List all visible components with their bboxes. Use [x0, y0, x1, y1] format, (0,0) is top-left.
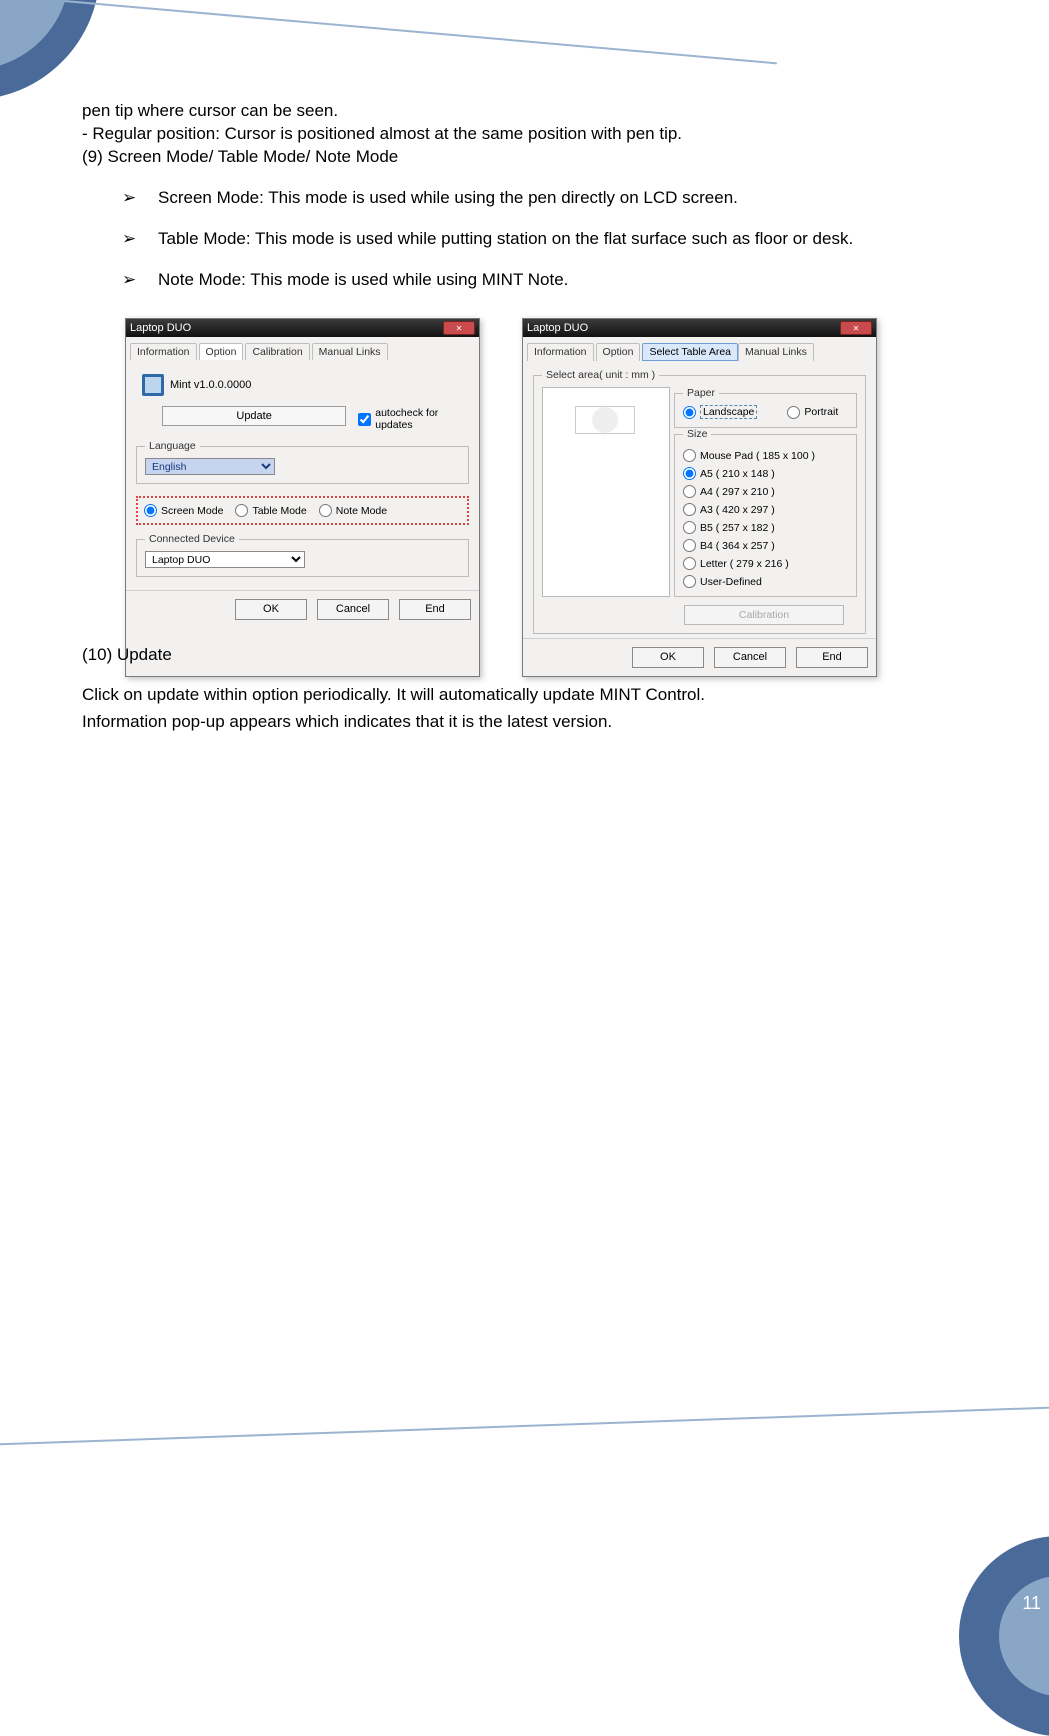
- size-label: A4 ( 297 x 210 ): [700, 486, 775, 498]
- dialog-select-table-area: Laptop DUO ✕ Information Option Select T…: [522, 318, 877, 677]
- tab-manual-links[interactable]: Manual Links: [738, 343, 814, 361]
- section-10-heading: (10) Update: [82, 642, 952, 668]
- size-label: User-Defined: [700, 576, 762, 588]
- size-label: B4 ( 364 x 257 ): [700, 540, 775, 552]
- close-icon[interactable]: ✕: [840, 321, 872, 335]
- lower-body-text: (10) Update Click on update within optio…: [82, 642, 952, 735]
- update-line-1: Click on update within option periodical…: [82, 682, 952, 708]
- radio-size-5[interactable]: B4 ( 364 x 257 ): [683, 539, 848, 552]
- radio-portrait[interactable]: Portrait: [787, 406, 838, 419]
- area-preview: [542, 387, 670, 597]
- radio-size-1[interactable]: A5 ( 210 x 148 ): [683, 467, 848, 480]
- tab-information[interactable]: Information: [130, 343, 197, 360]
- update-button[interactable]: Update: [162, 406, 346, 426]
- size-label: A3 ( 420 x 297 ): [700, 504, 775, 516]
- version-label: Mint v1.0.0.0000: [170, 379, 251, 391]
- dialog2-tabs: Information Option Select Table Area Man…: [523, 337, 876, 361]
- size-legend: Size: [683, 428, 711, 440]
- dialog2-title: Laptop DUO: [527, 322, 588, 334]
- device-select[interactable]: Laptop DUO: [145, 551, 305, 568]
- radio-size-0[interactable]: Mouse Pad ( 185 x 100 ): [683, 449, 848, 462]
- body-text: pen tip where cursor can be seen. - Regu…: [82, 100, 982, 302]
- tab-information[interactable]: Information: [527, 343, 594, 361]
- radio-size-4[interactable]: B5 ( 257 x 182 ): [683, 521, 848, 534]
- size-label: A5 ( 210 x 148 ): [700, 468, 775, 480]
- app-icon: [142, 374, 164, 396]
- mode-radio-group: Screen Mode Table Mode Note Mode: [136, 496, 469, 525]
- radio-size-6[interactable]: Letter ( 279 x 216 ): [683, 557, 848, 570]
- section-9-heading: (9) Screen Mode/ Table Mode/ Note Mode: [82, 146, 982, 169]
- bullet-table-mode: Table Mode: This mode is used while putt…: [158, 228, 853, 251]
- radio-table-mode[interactable]: Table Mode: [235, 504, 306, 517]
- bullet-arrow-icon: ➢: [122, 187, 140, 210]
- bullet-screen-mode: Screen Mode: This mode is used while usi…: [158, 187, 738, 210]
- bullet-note-mode: Note Mode: This mode is used while using…: [158, 269, 568, 292]
- radio-size-7[interactable]: User-Defined: [683, 575, 848, 588]
- paper-legend: Paper: [683, 387, 719, 399]
- language-fieldset: Language English: [136, 440, 469, 484]
- ok-button[interactable]: OK: [235, 599, 307, 620]
- language-legend: Language: [145, 440, 200, 452]
- page-number: 11: [1022, 1593, 1041, 1614]
- end-button[interactable]: End: [399, 599, 471, 620]
- update-line-2: Information pop-up appears which indicat…: [82, 709, 952, 735]
- paper-fieldset: Paper Landscape Portrait: [674, 387, 857, 428]
- calibration-button: Calibration: [684, 605, 844, 625]
- radio-screen-mode[interactable]: Screen Mode: [144, 504, 223, 517]
- size-label: Mouse Pad ( 185 x 100 ): [700, 450, 815, 462]
- dialog-option: Laptop DUO ✕ Information Option Calibrat…: [125, 318, 480, 677]
- dialog1-tabs: Information Option Calibration Manual Li…: [126, 337, 479, 360]
- tab-calibration[interactable]: Calibration: [245, 343, 309, 360]
- select-area-fieldset: Select area( unit : mm ) Paper Landscape…: [533, 369, 866, 634]
- autocheck-checkbox[interactable]: autocheck for updates: [358, 407, 469, 431]
- footer-decoration: 11: [0, 1406, 1049, 1626]
- radio-landscape[interactable]: Landscape: [683, 405, 757, 419]
- dialog1-title: Laptop DUO: [130, 322, 191, 334]
- radio-size-2[interactable]: A4 ( 297 x 210 ): [683, 485, 848, 498]
- close-icon[interactable]: ✕: [443, 321, 475, 335]
- radio-size-3[interactable]: A3 ( 420 x 297 ): [683, 503, 848, 516]
- radio-note-mode[interactable]: Note Mode: [319, 504, 387, 517]
- size-label: B5 ( 257 x 182 ): [700, 522, 775, 534]
- paper-preview-icon: [575, 406, 635, 434]
- tab-manual-links[interactable]: Manual Links: [312, 343, 388, 360]
- size-label: Letter ( 279 x 216 ): [700, 558, 789, 570]
- bullet-arrow-icon: ➢: [122, 269, 140, 292]
- bullet-arrow-icon: ➢: [122, 228, 140, 251]
- language-select[interactable]: English: [145, 458, 275, 475]
- tab-option[interactable]: Option: [199, 343, 244, 360]
- device-legend: Connected Device: [145, 533, 239, 545]
- line-regular: - Regular position: Cursor is positioned…: [82, 123, 982, 146]
- line-pen-tip: pen tip where cursor can be seen.: [82, 100, 982, 123]
- select-area-legend: Select area( unit : mm ): [542, 369, 659, 381]
- tab-option[interactable]: Option: [596, 343, 641, 361]
- tab-select-table-area[interactable]: Select Table Area: [642, 343, 738, 361]
- size-fieldset: Size Mouse Pad ( 185 x 100 ) A5 ( 210 x 1…: [674, 428, 857, 597]
- connected-device-fieldset: Connected Device Laptop DUO: [136, 533, 469, 577]
- cancel-button[interactable]: Cancel: [317, 599, 389, 620]
